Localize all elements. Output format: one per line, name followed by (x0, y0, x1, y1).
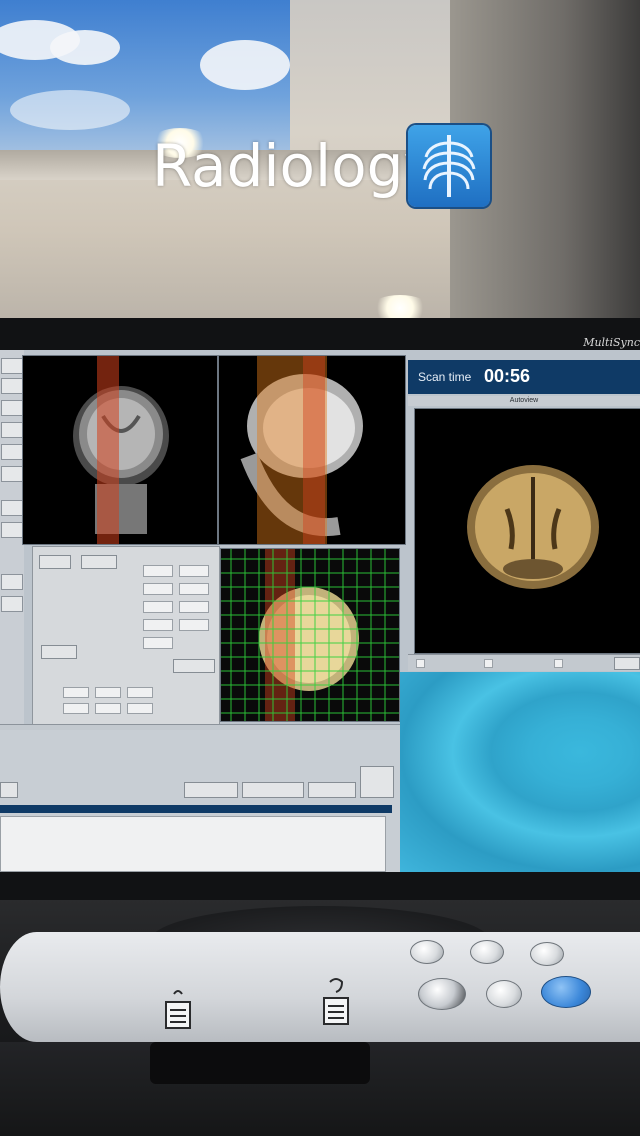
cloud (10, 90, 130, 130)
autoview-label: Autoview (408, 396, 640, 406)
parameter-button[interactable] (41, 645, 77, 659)
parameter-field[interactable] (179, 565, 209, 577)
parameter-field[interactable] (95, 687, 121, 698)
left-toolbar (0, 350, 24, 730)
parameter-button[interactable] (81, 555, 117, 569)
scan-time-value: 00:56 (484, 366, 531, 386)
parameter-field[interactable] (143, 601, 173, 613)
toolbar-button[interactable] (1, 522, 23, 538)
mri-console-screen: Scan time 00:56 Autoview (0, 350, 640, 872)
cloud (200, 40, 290, 90)
option-checkbox[interactable] (484, 659, 493, 668)
scan-control-button[interactable] (0, 782, 18, 798)
start-scan-button[interactable] (541, 976, 591, 1008)
ribcage-xray-icon (408, 125, 490, 207)
table-down-button[interactable] (530, 942, 564, 966)
parameter-field[interactable] (143, 637, 173, 649)
pause-button[interactable] (486, 980, 522, 1008)
scan-control-button[interactable] (184, 782, 238, 798)
console-handle (150, 1042, 370, 1084)
parameter-field[interactable] (143, 565, 173, 577)
parameter-field[interactable] (127, 703, 153, 714)
stop-button[interactable] (418, 978, 466, 1010)
parameter-field[interactable] (63, 687, 89, 698)
toolbar-button[interactable] (1, 378, 23, 394)
parameter-field[interactable] (179, 601, 209, 613)
scan-time-label: Scan time (418, 370, 472, 384)
parameter-field[interactable] (63, 703, 89, 714)
scan-control-button[interactable] (308, 782, 356, 798)
autoview-image[interactable] (414, 408, 640, 654)
toolbar-button[interactable] (1, 422, 23, 438)
overlay-title: Radiology (152, 132, 438, 200)
scan-control-button[interactable] (242, 782, 304, 798)
scan-control-button[interactable] (360, 766, 394, 798)
parameter-field[interactable] (143, 583, 173, 595)
sagittal-view[interactable] (218, 355, 406, 545)
scan-time-header: Scan time 00:56 (408, 360, 640, 394)
toolbar-button[interactable] (1, 574, 23, 590)
bottom-control-panel (0, 730, 400, 872)
coronal-view[interactable] (22, 355, 218, 545)
parameter-field[interactable] (95, 703, 121, 714)
axial-planning-view[interactable] (220, 548, 400, 722)
scan-parameters-panel (32, 546, 220, 730)
speaker-icon (323, 978, 349, 1025)
scan-progress-bar (0, 805, 392, 813)
parameter-field[interactable] (127, 687, 153, 698)
toolbar-button[interactable] (1, 466, 23, 482)
option-checkbox[interactable] (416, 659, 425, 668)
cloud (50, 30, 120, 65)
message-area (0, 816, 386, 872)
toolbar-button[interactable] (1, 358, 23, 374)
intercom-icon (165, 990, 191, 1029)
toolbar-button[interactable] (1, 500, 23, 516)
autoview-options-strip (408, 654, 640, 671)
parameter-field[interactable] (143, 619, 173, 631)
monitor-brand: MultiSync (583, 336, 640, 349)
parameter-button[interactable] (39, 555, 71, 569)
table-move-button[interactable] (470, 940, 504, 964)
parameter-button[interactable] (173, 659, 215, 673)
option-checkbox[interactable] (554, 659, 563, 668)
toolbar-button[interactable] (1, 400, 23, 416)
option-button[interactable] (614, 657, 640, 670)
parameter-field[interactable] (179, 619, 209, 631)
toolbar-button[interactable] (1, 596, 23, 612)
preview-area (400, 672, 640, 872)
toolbar-button[interactable] (1, 444, 23, 460)
parameter-field[interactable] (179, 583, 209, 595)
table-up-button[interactable] (410, 940, 444, 964)
